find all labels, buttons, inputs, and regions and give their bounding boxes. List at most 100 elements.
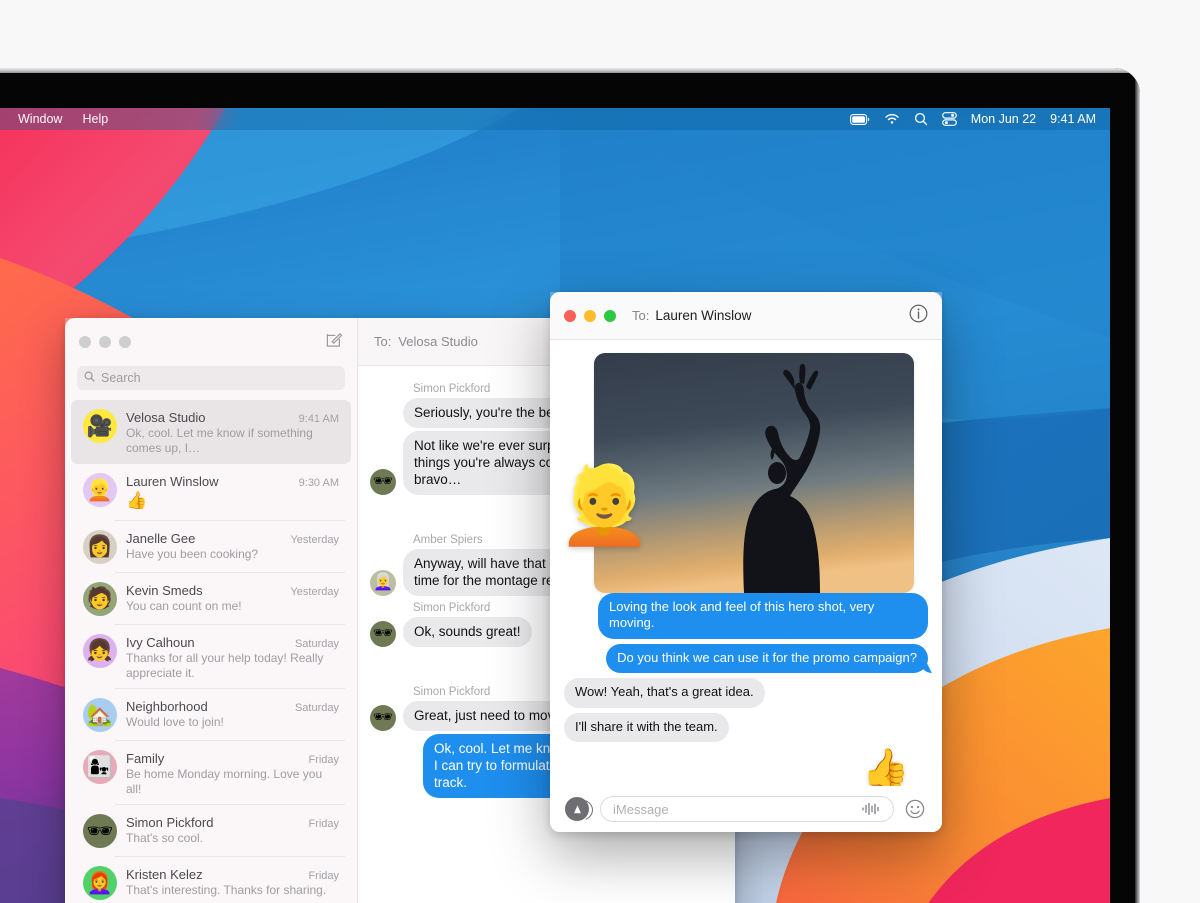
conversation-name: Kristen Kelez (126, 867, 203, 882)
front-recipient: Lauren Winslow (655, 308, 751, 323)
search-placeholder: Search (101, 371, 141, 385)
conversation-item[interactable]: 🧑 Kevin SmedsYesterdayYou can count on me… (71, 573, 351, 625)
conversation-item[interactable]: 👩‍🦰 Kristen Kelez FridayThat's interesting… (71, 857, 351, 903)
thumbs-up-icon: 👍 (862, 750, 909, 788)
compose-icon[interactable] (326, 331, 343, 353)
front-message-list[interactable]: 👱 Loving the look and feel of this hero … (550, 341, 942, 786)
conversation-preview: Be home Monday morning. Love you all! (126, 767, 339, 796)
app-store-icon[interactable] (565, 797, 589, 821)
avatar: 🧑 (83, 582, 117, 616)
search-input[interactable]: Search (77, 366, 345, 390)
conversation-name: Lauren Winslow (126, 474, 219, 489)
close-button[interactable] (79, 336, 91, 348)
menu-bar[interactable]: Window Help Mon Jun 22 (0, 108, 1110, 130)
to-label: To: (374, 334, 391, 349)
message-bubble[interactable]: Loving the look and feel of this hero sh… (598, 593, 928, 639)
zoom-button[interactable] (604, 310, 616, 322)
message-bubble[interactable]: Wow! Yeah, that's a great idea. (564, 678, 765, 707)
conversation-body: Neighborhood SaturdayWould love to join! (126, 698, 339, 732)
laptop-right-edge (1135, 68, 1140, 903)
conversation-body: Kristen Kelez FridayThat's interesting. T… (126, 866, 339, 900)
conversation-body: Janelle GeeYesterdayHave you been cookin… (126, 530, 339, 564)
conversation-name: Janelle Gee (126, 531, 195, 546)
avatar: 🕶 (370, 469, 396, 495)
minimize-button[interactable] (99, 336, 111, 348)
conversation-preview: Have you been cooking? (126, 547, 339, 562)
conversation-item[interactable]: 🏡 Neighborhood SaturdayWould love to join! (71, 689, 351, 741)
conversation-preview: 👍 (126, 491, 339, 512)
avatar: 👱 (83, 473, 117, 507)
photo-attachment[interactable]: 👱 (594, 353, 928, 593)
menubar-date: Mon Jun 22 (971, 112, 1036, 126)
conversation-preview: Would love to join! (126, 715, 339, 730)
info-icon[interactable] (909, 304, 928, 328)
search-icon[interactable] (914, 112, 928, 126)
conversation-item[interactable]: 👧Ivy CalhounSaturdayThanks for all your … (71, 625, 351, 689)
zoom-button[interactable] (119, 336, 131, 348)
avatar: 👩 (83, 530, 117, 564)
composer-background[interactable]: iMessage (358, 892, 735, 903)
conversation-timestamp: 9:30 AM (293, 477, 339, 489)
conversation-item[interactable]: 👱 Lauren Winslow 9:30 AM 👍 (71, 464, 351, 521)
conversation-preview: Ok, cool. Let me know if something comes… (126, 426, 339, 455)
conversation-preview: You can count on me! (126, 599, 339, 614)
conversation-timestamp: Saturday (289, 702, 339, 714)
control-center-icon[interactable] (942, 112, 957, 126)
conversation-body: Lauren Winslow 9:30 AM 👍 (126, 473, 339, 512)
screenshot-stage: Window Help Mon Jun 22 (0, 0, 1200, 903)
battery-icon[interactable] (850, 114, 870, 125)
search-icon (84, 371, 95, 385)
front-composer[interactable]: iMessage (550, 786, 942, 832)
avatar: 🕶 (370, 705, 396, 731)
conversation-item[interactable]: 🎥Velosa Studio9:41 AMOk, cool. Let me kn… (71, 400, 351, 464)
conversation-name: Simon Pickford (126, 815, 213, 830)
conversation-preview: Thanks for all your help today! Really a… (126, 651, 339, 680)
imessage-input-foreground[interactable]: iMessage (600, 796, 894, 822)
screen: Window Help Mon Jun 22 (0, 108, 1110, 903)
conversation-preview: That's interesting. Thanks for sharing. (126, 883, 339, 898)
minimize-button[interactable] (584, 310, 596, 322)
menubar-time: 9:41 AM (1050, 112, 1096, 126)
to-label: To: (632, 308, 649, 323)
conversation-timestamp: Friday (302, 818, 339, 830)
conversation-timestamp: 9:41 AM (293, 413, 339, 425)
conversation-name: Velosa Studio (126, 410, 206, 425)
front-bubble-stack: Loving the look and feel of this hero sh… (550, 593, 942, 742)
menu-window[interactable]: Window (8, 112, 72, 126)
avatar: 👩‍👧 (83, 750, 117, 784)
imessage-placeholder: iMessage (613, 802, 669, 817)
close-button[interactable] (564, 310, 576, 322)
message-row: Loving the look and feel of this hero sh… (550, 593, 942, 639)
memoji-avatar: 👱 (557, 468, 641, 552)
laptop-device: Window Help Mon Jun 22 (0, 68, 1140, 903)
message-row: Wow! Yeah, that's a great idea. (550, 678, 942, 707)
conversation-item[interactable]: 👩 Janelle GeeYesterdayHave you been cooki… (71, 521, 351, 573)
conversation-list[interactable]: 🎥Velosa Studio9:41 AMOk, cool. Let me kn… (65, 400, 357, 903)
emoji-picker-icon[interactable] (905, 799, 927, 819)
avatar: 👧 (83, 634, 117, 668)
conversation-body: Kevin SmedsYesterdayYou can count on me! (126, 582, 339, 616)
sidebar-titlebar (65, 318, 357, 366)
laptop-top-edge (0, 68, 1140, 73)
audio-waveform-icon[interactable] (861, 802, 881, 816)
messages-window-foreground[interactable]: To: Lauren Winslow (550, 292, 942, 832)
message-bubble[interactable]: Do you think we can use it for the promo… (606, 644, 928, 673)
conversation-item[interactable]: 👩‍👧FamilyFridayBe home Monday morning. L… (71, 741, 351, 805)
message-bubble[interactable]: I'll share it with the team. (564, 713, 729, 742)
conversation-preview: That's so cool. (126, 831, 339, 846)
conversation-item[interactable]: 🕶Simon PickfordFridayThat's so cool. (71, 805, 351, 857)
thread-recipient: Velosa Studio (398, 334, 478, 349)
avatar: 🏡 (83, 698, 117, 732)
wifi-icon[interactable] (884, 113, 900, 125)
message-bubble[interactable]: Ok, sounds great! (403, 617, 532, 647)
conversation-timestamp: Saturday (289, 638, 339, 650)
conversation-timestamp: Friday (302, 870, 339, 882)
conversation-timestamp: Friday (302, 754, 339, 766)
conversation-name: Neighborhood (126, 699, 208, 714)
avatar: 👩‍🦳 (370, 570, 396, 596)
conversation-body: Velosa Studio 9:41 AMOk, cool. Let me kno… (126, 409, 339, 455)
window-controls-background[interactable] (79, 336, 131, 348)
menu-help[interactable]: Help (72, 112, 118, 126)
avatar: 👩‍🦰 (83, 866, 117, 900)
window-controls-foreground[interactable] (564, 310, 616, 322)
